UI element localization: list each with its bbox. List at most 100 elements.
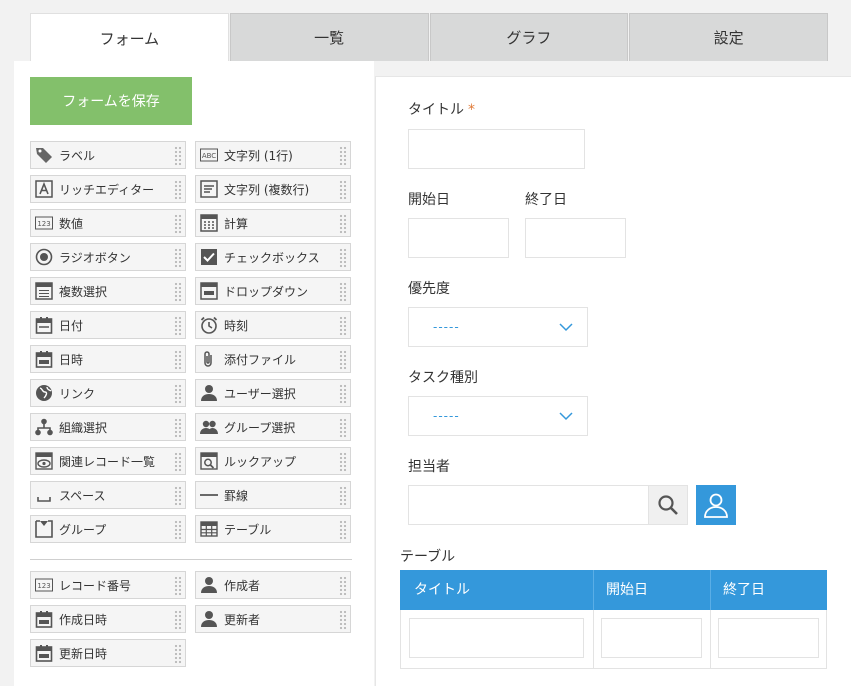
palette-item-rich-editor[interactable]: リッチエディター xyxy=(30,175,186,203)
start-date-input[interactable] xyxy=(408,218,509,258)
palette-item-border[interactable]: 罫線 xyxy=(195,481,351,509)
org-icon xyxy=(35,418,53,436)
palette-item-group[interactable]: グループ xyxy=(30,515,186,543)
tab-form[interactable]: フォーム xyxy=(30,13,229,63)
drag-handle[interactable] xyxy=(174,610,182,630)
drag-handle[interactable] xyxy=(174,248,182,268)
palette-item-updated-at[interactable]: 更新日時 xyxy=(30,639,186,667)
drag-handle[interactable] xyxy=(174,576,182,596)
calendar-icon xyxy=(35,316,53,334)
drag-handle[interactable] xyxy=(339,248,347,268)
drag-handle[interactable] xyxy=(174,418,182,438)
field-label-title: タイトル * xyxy=(408,102,475,118)
palette-item-text: リッチエディター xyxy=(59,182,155,197)
palette-item-created-at[interactable]: 作成日時 xyxy=(30,605,186,633)
drag-handle[interactable] xyxy=(174,146,182,166)
drag-handle[interactable] xyxy=(339,452,347,472)
task-type-select-value: ----- xyxy=(433,409,460,423)
priority-select[interactable]: ----- xyxy=(408,307,588,347)
title-input[interactable] xyxy=(408,129,585,169)
palette-item-text: 関連レコード一覧 xyxy=(59,454,156,469)
palette-item-space[interactable]: スペース xyxy=(30,481,186,509)
drag-handle[interactable] xyxy=(174,644,182,664)
svg-text:ABC: ABC xyxy=(202,152,216,160)
palette-item-text: 更新日時 xyxy=(59,646,108,661)
palette-item-dropdown[interactable]: ドロップダウン xyxy=(195,277,351,305)
drag-handle[interactable] xyxy=(174,520,182,540)
palette-item-text: 日付 xyxy=(59,318,84,333)
palette-item-group-select[interactable]: グループ選択 xyxy=(195,413,351,441)
drag-handle[interactable] xyxy=(339,316,347,336)
palette-item-table[interactable]: テーブル xyxy=(195,515,351,543)
field-label-priority: 優先度 xyxy=(408,281,450,297)
palette-item-date[interactable]: 日付 xyxy=(30,311,186,339)
table-cell-end-date-input[interactable] xyxy=(718,618,819,658)
calculator-icon xyxy=(200,214,218,232)
table-row xyxy=(400,610,827,669)
abc-icon: ABC xyxy=(200,146,218,164)
drag-handle[interactable] xyxy=(174,384,182,404)
drag-handle[interactable] xyxy=(339,610,347,630)
table-cell-title-input[interactable] xyxy=(409,618,584,658)
task-type-select[interactable]: ----- xyxy=(408,396,588,436)
end-date-input[interactable] xyxy=(525,218,626,258)
space-icon xyxy=(35,486,53,504)
tab-graph[interactable]: グラフ xyxy=(429,13,629,61)
palette-item-text: 時刻 xyxy=(224,318,249,333)
drag-handle[interactable] xyxy=(339,520,347,540)
drag-handle[interactable] xyxy=(339,146,347,166)
drag-handle[interactable] xyxy=(174,350,182,370)
palette-item-radio[interactable]: ラジオボタン xyxy=(30,243,186,271)
palette-item-text: 複数選択 xyxy=(59,284,108,299)
palette-item-updater[interactable]: 更新者 xyxy=(195,605,351,633)
palette-item-datetime[interactable]: 日時 xyxy=(30,345,186,373)
palette-item-attachment[interactable]: 添付ファイル xyxy=(195,345,351,373)
drag-handle[interactable] xyxy=(174,282,182,302)
palette-item-link[interactable]: リンク xyxy=(30,379,186,407)
palette-item-org[interactable]: 組織選択 xyxy=(30,413,186,441)
drag-handle[interactable] xyxy=(174,180,182,200)
assignee-user-picker-button[interactable] xyxy=(696,485,736,525)
palette-item-checkbox[interactable]: チェックボックス xyxy=(195,243,351,271)
table-column-title: タイトル xyxy=(414,582,470,598)
palette-item-single-line-text[interactable]: ABC 文字列 (1行) xyxy=(195,141,351,169)
drag-handle[interactable] xyxy=(174,214,182,234)
column-divider xyxy=(593,570,594,610)
palette-item-creator[interactable]: 作成者 xyxy=(195,571,351,599)
palette-item-multi-select[interactable]: 複数選択 xyxy=(30,277,186,305)
palette-item-lookup[interactable]: ルックアップ xyxy=(195,447,351,475)
palette-item-time[interactable]: 時刻 xyxy=(195,311,351,339)
field-label-end-date: 終了日 xyxy=(525,192,567,208)
drag-handle[interactable] xyxy=(174,316,182,336)
table-icon xyxy=(200,520,218,538)
drag-handle[interactable] xyxy=(339,214,347,234)
palette-item-text: 作成者 xyxy=(224,578,261,593)
palette-item-calc[interactable]: 計算 xyxy=(195,209,351,237)
palette-item-record-number[interactable]: 123 レコード番号 xyxy=(30,571,186,599)
drag-handle[interactable] xyxy=(339,384,347,404)
palette-item-multi-line-text[interactable]: 文字列 (複数行) xyxy=(195,175,351,203)
palette-item-related-records[interactable]: 関連レコード一覧 xyxy=(30,447,186,475)
drag-handle[interactable] xyxy=(174,452,182,472)
assignee-input[interactable] xyxy=(408,485,649,525)
drag-handle[interactable] xyxy=(174,486,182,506)
palette-item-user-select[interactable]: ユーザー選択 xyxy=(195,379,351,407)
drag-handle[interactable] xyxy=(339,282,347,302)
save-form-button[interactable]: フォームを保存 xyxy=(30,77,192,125)
drag-handle[interactable] xyxy=(339,180,347,200)
tab-list[interactable]: 一覧 xyxy=(229,13,429,61)
drag-handle[interactable] xyxy=(339,486,347,506)
palette-item-number[interactable]: 123 数値 xyxy=(30,209,186,237)
assignee-search-button[interactable] xyxy=(648,485,688,525)
tab-settings[interactable]: 設定 xyxy=(629,13,828,61)
clock-icon xyxy=(200,316,218,334)
svg-text:123: 123 xyxy=(37,582,50,590)
palette-item-text: ドロップダウン xyxy=(224,284,309,299)
table-cell-start-date-input[interactable] xyxy=(601,618,702,658)
drag-handle[interactable] xyxy=(339,350,347,370)
palette-item-label[interactable]: ラベル xyxy=(30,141,186,169)
drag-handle[interactable] xyxy=(339,418,347,438)
table-column-end-date: 終了日 xyxy=(723,582,765,598)
drag-handle[interactable] xyxy=(339,576,347,596)
user-icon xyxy=(200,384,218,402)
